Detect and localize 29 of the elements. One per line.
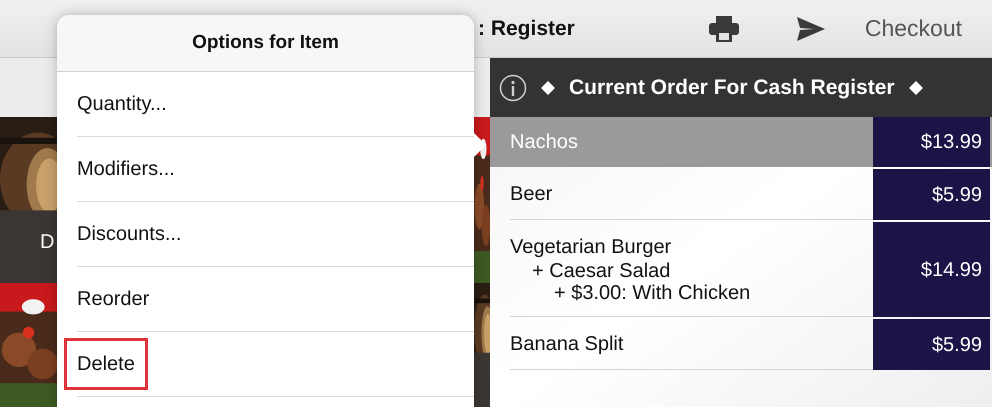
order-row[interactable]: Beer $5.99 <box>490 169 992 220</box>
send-icon[interactable] <box>796 16 825 40</box>
popover-title: Options for Item <box>57 15 474 72</box>
item-name: Beer <box>510 182 554 207</box>
modifier-text: + $3.00: With Chicken <box>553 282 752 304</box>
screen-title: : Register <box>478 16 575 42</box>
item-name: Vegetarian Burger <box>510 235 672 260</box>
tile-label: D <box>40 230 54 255</box>
menu-item[interactable]: Quantity... <box>77 89 167 119</box>
modifier-text: + Caesar Salad <box>531 260 672 282</box>
price-cell: $5.99 <box>873 319 990 370</box>
item-name: Banana Split <box>510 332 624 357</box>
menu-item[interactable]: Reorder <box>77 284 150 314</box>
menu-item[interactable]: Modifiers... <box>77 154 175 184</box>
menu-item[interactable]: Discounts... <box>77 219 182 249</box>
menu-item[interactable]: Delete <box>64 338 148 390</box>
order-title: Current Order For Cash Register <box>569 74 895 101</box>
info-icon[interactable] <box>499 74 527 102</box>
order-row[interactable]: Nachos $13.99 <box>490 117 992 167</box>
diamond-icon <box>541 80 555 94</box>
price-cell: $5.99 <box>873 169 990 220</box>
order-row[interactable]: Vegetarian Burger + Caesar Salad + $3.00: With Chicken $14.99 <box>490 222 992 317</box>
diamond-icon <box>908 80 923 94</box>
price-cell: $13.99 <box>873 117 990 167</box>
printer-icon[interactable] <box>708 16 739 42</box>
item-name: Nachos <box>510 130 579 155</box>
price-cell: $14.99 <box>873 222 990 317</box>
checkout-button[interactable]: Checkout <box>864 11 962 46</box>
order-row[interactable]: Banana Split $5.99 <box>490 319 992 370</box>
